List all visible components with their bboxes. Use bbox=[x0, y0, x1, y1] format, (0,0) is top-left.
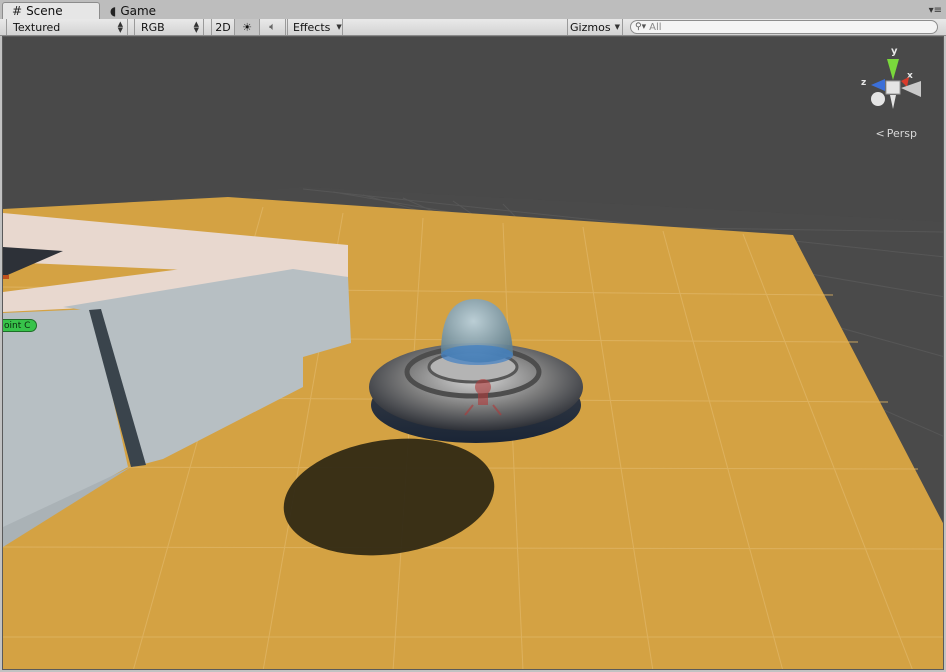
axis-negz-cone bbox=[871, 92, 885, 106]
gizmos-label: Gizmos bbox=[570, 20, 611, 34]
pacman-icon: ◖ bbox=[110, 3, 117, 18]
axis-z-cone bbox=[871, 79, 885, 91]
chevron-down-icon: ▼ bbox=[614, 23, 620, 31]
search-box[interactable]: ⚲▾ bbox=[630, 20, 938, 34]
grid-hash-icon: # bbox=[12, 4, 23, 18]
toggle-2d-button[interactable]: 2D bbox=[211, 19, 235, 35]
tab-game[interactable]: ◖ Game bbox=[104, 2, 174, 19]
speaker-icon: 🔈︎ bbox=[269, 20, 276, 33]
ufo-dome-base bbox=[441, 345, 513, 365]
axis-y-cone bbox=[887, 59, 899, 80]
color-mode-dropdown[interactable]: RGB ▲ ▼ bbox=[134, 19, 204, 35]
search-icon: ⚲▾ bbox=[635, 22, 647, 32]
tab-strip: # Scene ◖ Game ▾≡ bbox=[0, 0, 946, 19]
waypoint-label: oint C bbox=[3, 319, 38, 332]
render-mode-value: Textured bbox=[13, 20, 61, 34]
scene-toolbar: Textured ▲ ▼ RGB ▲ ▼ 2D ☀ 🔈︎ Effects ▼ Giz… bbox=[0, 19, 946, 36]
axis-z-label: z bbox=[861, 78, 866, 88]
axis-x-cone bbox=[901, 77, 909, 87]
search-input[interactable] bbox=[649, 21, 920, 33]
updown-arrows-icon: ▲ ▼ bbox=[117, 20, 123, 34]
projection-text: Persp bbox=[886, 127, 917, 140]
toggle-2d-label: 2D bbox=[215, 20, 231, 34]
waypoint-label-text: oint C bbox=[4, 320, 31, 331]
scene-viewport[interactable]: oint C y x z < Persp bbox=[2, 36, 944, 670]
sun-icon: ☀ bbox=[242, 20, 252, 34]
projection-label[interactable]: < Persp bbox=[876, 127, 917, 140]
tab-game-label: Game bbox=[120, 3, 157, 18]
lighting-toggle-button[interactable]: ☀ bbox=[235, 19, 260, 35]
tab-scene[interactable]: # Scene bbox=[2, 2, 100, 19]
scene-orientation-gizmo[interactable]: y x z bbox=[861, 45, 931, 125]
updown-arrows-icon: ▲ ▼ bbox=[193, 20, 199, 34]
tab-scene-label: Scene bbox=[26, 4, 63, 18]
gizmos-dropdown[interactable]: Gizmos ▼ bbox=[567, 19, 623, 35]
tab-menu-icon[interactable]: ▾≡ bbox=[929, 5, 942, 16]
marker-red bbox=[3, 275, 9, 279]
color-mode-value: RGB bbox=[141, 20, 165, 34]
perspective-icon: < bbox=[875, 127, 885, 140]
axis-y-label: y bbox=[891, 46, 898, 57]
audio-toggle-button[interactable]: 🔈︎ bbox=[260, 19, 286, 35]
effects-dropdown[interactable]: Effects ▼ bbox=[287, 19, 343, 35]
chevron-down-icon: ▼ bbox=[336, 23, 342, 31]
axis-negy-cone bbox=[890, 95, 896, 109]
effects-label: Effects bbox=[293, 20, 331, 34]
gizmo-center-cube bbox=[885, 80, 901, 95]
render-mode-dropdown[interactable]: Textured ▲ ▼ bbox=[6, 19, 128, 35]
scene-render bbox=[3, 187, 943, 669]
